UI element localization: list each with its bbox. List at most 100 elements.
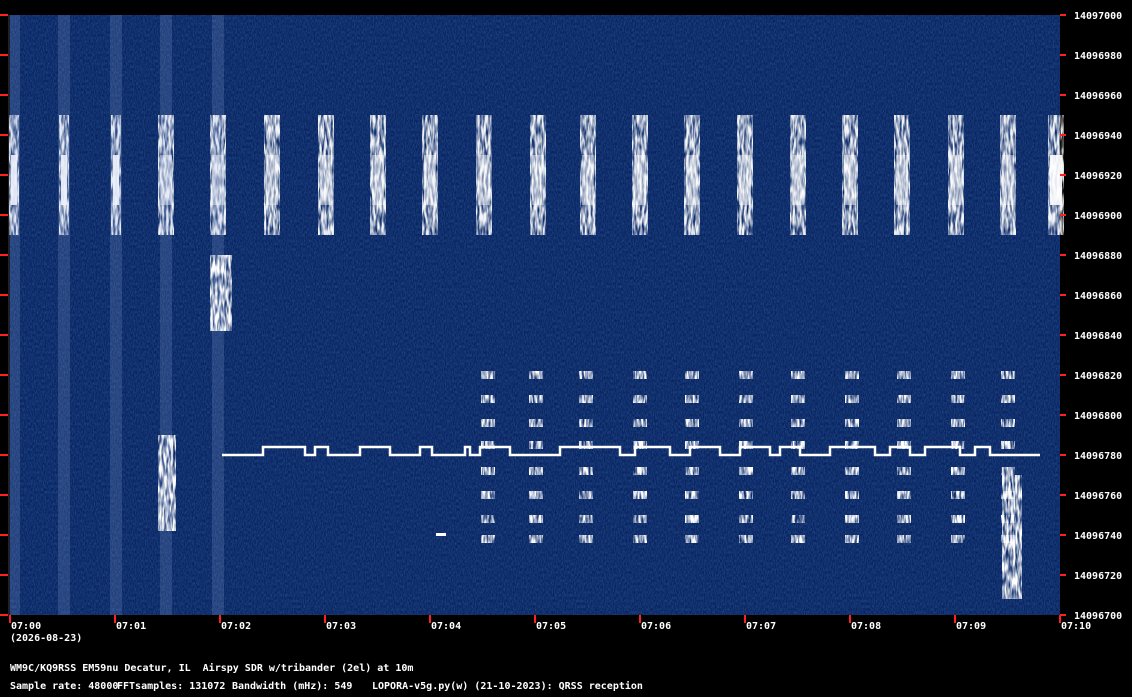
y-tick-label: 14096880 xyxy=(1074,251,1122,262)
signal-blob xyxy=(158,435,176,531)
tone-mark xyxy=(1001,491,1015,499)
tone-mark xyxy=(579,491,593,499)
tone-mark xyxy=(685,371,699,379)
y-tick-label: 14096740 xyxy=(1074,531,1122,542)
x-tick-label: 07:09 xyxy=(956,621,986,632)
tone-mark xyxy=(1001,395,1015,403)
signal-core xyxy=(1002,155,1014,205)
tone-mark xyxy=(579,535,593,543)
tone-mark xyxy=(579,371,593,379)
tone-mark xyxy=(739,515,753,523)
tone-mark xyxy=(685,535,699,543)
tone-mark xyxy=(897,535,911,543)
tone-mark xyxy=(791,467,805,475)
tone-mark xyxy=(579,419,593,427)
tone-mark xyxy=(633,395,647,403)
signal-core xyxy=(582,155,594,205)
tone-mark xyxy=(633,371,647,379)
tone-mark xyxy=(579,515,593,523)
x-axis: 07:00 07:01 07:02 07:03 07:04 07:05 07:06 07:07… xyxy=(9,615,1091,632)
tone-mark xyxy=(685,515,699,523)
signal-blob xyxy=(210,255,232,331)
spectrogram-chart: 14097000 14096980 14096960 14096940 14096920… xyxy=(0,11,1122,644)
tone-mark xyxy=(845,419,859,427)
tone-mark xyxy=(529,491,543,499)
tone-mark xyxy=(951,515,965,523)
signal-streak xyxy=(8,15,20,615)
tone-mark xyxy=(897,467,911,475)
y-axis-left xyxy=(0,14,8,616)
x-tick-label: 07:03 xyxy=(326,621,356,632)
y-tick-label: 14096820 xyxy=(1074,371,1122,382)
tone-mark xyxy=(579,395,593,403)
signal-core xyxy=(634,155,646,205)
date-label: (2026-08-23) xyxy=(10,633,82,644)
tone-mark xyxy=(1001,467,1015,475)
y-tick-label: 14096900 xyxy=(1074,211,1122,222)
signal-core xyxy=(792,155,804,205)
tone-mark xyxy=(897,419,911,427)
tone-mark xyxy=(529,419,543,427)
tone-mark xyxy=(481,467,495,475)
signal-core xyxy=(896,155,908,205)
y-axis-right: 14097000 14096980 14096960 14096940 14096920… xyxy=(1060,11,1122,622)
tone-mark xyxy=(739,491,753,499)
y-tick-label: 14096940 xyxy=(1074,131,1122,142)
tone-mark xyxy=(845,467,859,475)
signal-core xyxy=(320,155,332,205)
tone-mark xyxy=(633,535,647,543)
tone-mark xyxy=(579,467,593,475)
signal-core xyxy=(686,155,698,205)
tone-mark xyxy=(739,535,753,543)
tone-mark xyxy=(1001,515,1015,523)
signal-core xyxy=(372,155,384,205)
x-tick-label: 07:06 xyxy=(641,621,671,632)
x-tick-label: 07:04 xyxy=(431,621,461,632)
tone-mark xyxy=(897,515,911,523)
tone-mark xyxy=(1001,419,1015,427)
x-tick-label: 07:07 xyxy=(746,621,776,632)
tone-mark xyxy=(529,515,543,523)
tone-mark xyxy=(685,395,699,403)
tone-mark xyxy=(529,441,543,449)
signal-streak xyxy=(58,15,70,615)
tone-mark xyxy=(739,395,753,403)
tone-mark xyxy=(739,371,753,379)
tone-mark xyxy=(791,515,805,523)
tone-mark xyxy=(845,515,859,523)
y-tick-label: 14096720 xyxy=(1074,571,1122,582)
footer-bandwidth: Bandwidth (mHz): 549 xyxy=(232,681,353,692)
tone-mark xyxy=(481,371,495,379)
y-tick-label: 14096840 xyxy=(1074,331,1122,342)
signal-core xyxy=(424,155,436,205)
y-tick-label: 14097000 xyxy=(1074,11,1122,22)
tone-mark xyxy=(791,491,805,499)
y-tick-label: 14096960 xyxy=(1074,91,1122,102)
tone-mark xyxy=(1001,535,1015,543)
tone-mark xyxy=(633,467,647,475)
x-tick-label: 07:00 xyxy=(11,621,41,632)
tone-mark xyxy=(685,467,699,475)
tone-mark xyxy=(481,419,495,427)
signal-core xyxy=(1050,155,1062,205)
signal-core xyxy=(844,155,856,205)
tone-mark xyxy=(481,535,495,543)
tone-mark xyxy=(529,535,543,543)
tone-mark xyxy=(897,491,911,499)
tone-mark xyxy=(897,371,911,379)
y-tick-label: 14096760 xyxy=(1074,491,1122,502)
footer-fft-samples: FFTsamples: 131072 xyxy=(117,681,226,692)
tone-mark xyxy=(845,491,859,499)
tone-mark xyxy=(529,395,543,403)
signal-streak xyxy=(110,15,122,615)
tone-mark xyxy=(845,395,859,403)
tone-mark xyxy=(951,371,965,379)
y-tick-label: 14096860 xyxy=(1074,291,1122,302)
y-tick-label: 14096920 xyxy=(1074,171,1122,182)
tone-mark xyxy=(845,371,859,379)
x-tick-label: 07:01 xyxy=(116,621,146,632)
x-tick-label: 07:02 xyxy=(221,621,251,632)
tone-mark xyxy=(951,491,965,499)
tone-mark xyxy=(1001,371,1015,379)
tone-mark xyxy=(951,419,965,427)
